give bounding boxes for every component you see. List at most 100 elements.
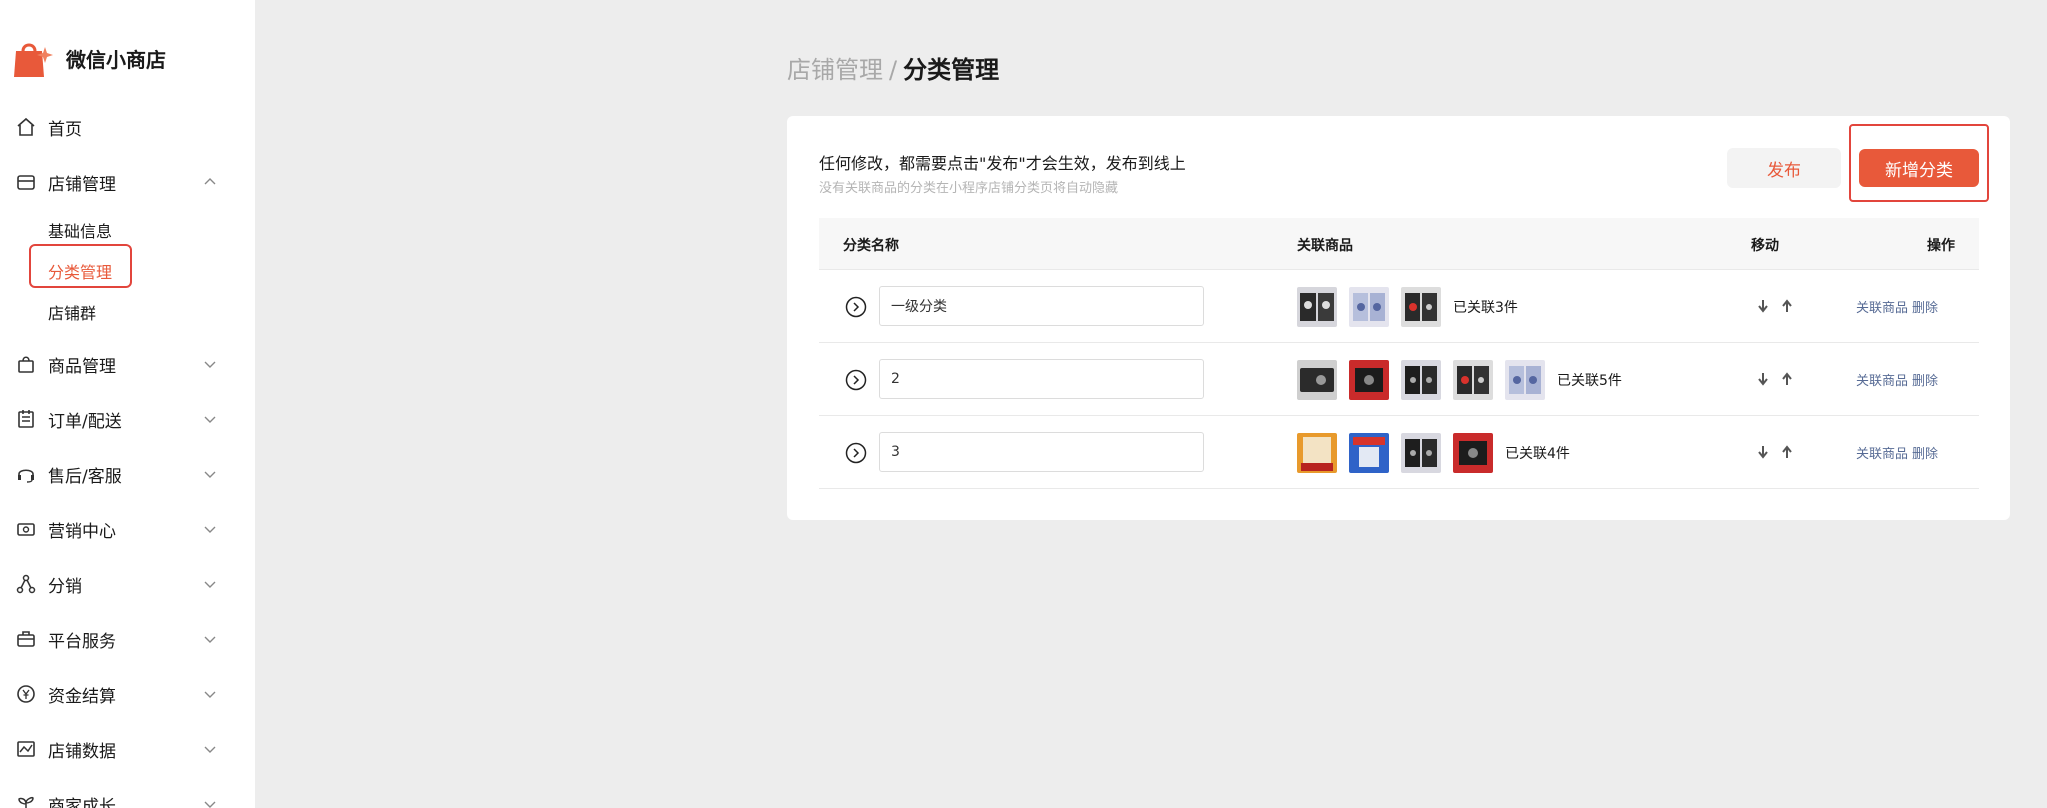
product-thumbnail[interactable] (1349, 360, 1389, 400)
table-row: 已关联4件 关联商品 删除 (819, 416, 1979, 489)
sub-item-basic-info[interactable]: 基础信息 (48, 218, 112, 242)
arrow-up-icon[interactable] (1779, 298, 1795, 314)
product-thumbnail[interactable] (1453, 360, 1493, 400)
headset-icon (16, 464, 36, 484)
chevron-down-icon (204, 581, 216, 588)
nav-label: 分销 (48, 576, 82, 597)
product-thumbnail[interactable] (1349, 287, 1389, 327)
product-thumbnail[interactable] (1297, 433, 1337, 473)
move-controls (1755, 444, 1803, 460)
header-name: 分类名称 (843, 238, 899, 254)
nav-label: 店铺数据 (48, 741, 116, 762)
nav-item-finance[interactable]: 资金结算 (0, 674, 255, 714)
nav-label: 平台服务 (48, 631, 116, 652)
publish-button[interactable]: 发布 (1727, 148, 1841, 188)
expand-circle-icon[interactable] (845, 442, 867, 464)
nav-item-merchant-growth[interactable]: 商家成长 (0, 784, 255, 808)
order-list-icon (16, 409, 36, 429)
share-nodes-icon (16, 574, 36, 594)
category-table: 分类名称 关联商品 移动 操作 已关联3件 关联商品 删除 (819, 218, 1979, 489)
linked-count: 已关联3件 (1453, 300, 1518, 316)
breadcrumb-parent[interactable]: 店铺管理 (787, 56, 883, 84)
nav-item-aftersale[interactable]: 售后/客服 (0, 454, 255, 494)
delete-link[interactable]: 删除 (1912, 443, 1938, 462)
page-title: 分类管理 (903, 56, 1000, 84)
linked-goods: 已关联4件 (1297, 433, 1570, 473)
nav-label: 店铺管理 (48, 174, 116, 195)
nav-label: 售后/客服 (48, 466, 122, 487)
nav-item-store-management[interactable]: 店铺管理 (0, 162, 255, 202)
expand-circle-icon[interactable] (845, 369, 867, 391)
link-goods-link[interactable]: 关联商品 (1856, 370, 1908, 389)
add-category-button[interactable]: 新增分类 (1859, 149, 1979, 187)
nav-item-orders[interactable]: 订单/配送 (0, 399, 255, 439)
nav-item-store-data[interactable]: 店铺数据 (0, 729, 255, 769)
product-thumbnail[interactable] (1453, 433, 1493, 473)
link-goods-link[interactable]: 关联商品 (1856, 297, 1908, 316)
delete-link[interactable]: 删除 (1912, 297, 1938, 316)
expand-circle-icon[interactable] (845, 296, 867, 318)
chevron-down-icon (204, 801, 216, 808)
product-thumbnail[interactable] (1401, 433, 1441, 473)
chevron-down-icon (204, 361, 216, 368)
sprout-icon (16, 794, 36, 808)
linked-count: 已关联5件 (1557, 373, 1622, 389)
category-name-input[interactable] (879, 359, 1204, 399)
arrow-up-icon[interactable] (1779, 444, 1795, 460)
chevron-down-icon (204, 746, 216, 753)
brand-name: 微信小商店 (66, 47, 166, 72)
link-goods-link[interactable]: 关联商品 (1856, 443, 1908, 462)
nav-label: 资金结算 (48, 686, 116, 707)
line-chart-icon (16, 739, 36, 759)
nav-item-distribution[interactable]: 分销 (0, 564, 255, 604)
product-thumbnail[interactable] (1401, 287, 1441, 327)
nav-item-platform-services[interactable]: 平台服务 (0, 619, 255, 659)
category-name-input[interactable] (879, 286, 1204, 326)
category-name-input[interactable] (879, 432, 1204, 472)
nav-item-home[interactable]: 首页 (0, 107, 255, 147)
yen-coin-icon (16, 684, 36, 704)
arrow-down-icon[interactable] (1755, 444, 1771, 460)
breadcrumb: 店铺管理 / 分类管理 (787, 50, 999, 85)
home-icon (16, 117, 36, 137)
nav-label: 订单/配送 (48, 411, 122, 432)
shop-bag-logo-icon (14, 43, 53, 77)
nav-item-goods-management[interactable]: 商品管理 (0, 344, 255, 384)
breadcrumb-separator: / (889, 56, 898, 84)
store-icon (16, 172, 36, 192)
nav-item-marketing[interactable]: 营销中心 (0, 509, 255, 549)
sub-item-store-group[interactable]: 店铺群 (48, 300, 96, 324)
delete-link[interactable]: 删除 (1912, 370, 1938, 389)
nav-label: 营销中心 (48, 521, 116, 542)
product-thumbnail[interactable] (1297, 360, 1337, 400)
table-row: 已关联5件 关联商品 删除 (819, 343, 1979, 416)
ticket-icon (16, 519, 36, 539)
nav-label: 商家成长 (48, 796, 116, 808)
move-controls (1755, 298, 1803, 314)
chevron-down-icon (204, 526, 216, 533)
product-thumbnail[interactable] (1349, 433, 1389, 473)
nav-label: 首页 (48, 119, 82, 140)
brand: 微信小商店 (12, 34, 166, 82)
table-header: 分类名称 关联商品 移动 操作 (819, 218, 1979, 270)
chevron-up-icon (204, 178, 216, 185)
header-move: 移动 (1751, 238, 1779, 254)
arrow-down-icon[interactable] (1755, 298, 1771, 314)
notice-subtitle: 没有关联商品的分类在小程序店铺分类页将自动隐藏 (819, 181, 1119, 196)
chevron-down-icon (204, 691, 216, 698)
briefcase-icon (16, 629, 36, 649)
product-thumbnail[interactable] (1401, 360, 1441, 400)
linked-goods: 已关联3件 (1297, 287, 1518, 327)
product-thumbnail[interactable] (1297, 287, 1337, 327)
nav-label: 商品管理 (48, 356, 116, 377)
active-item-highlight (29, 244, 132, 288)
notice-title: 任何修改，都需要点击"发布"才会生效，发布到线上 (819, 154, 1186, 173)
linked-goods: 已关联5件 (1297, 360, 1622, 400)
header-goods: 关联商品 (1297, 238, 1353, 254)
arrow-down-icon[interactable] (1755, 371, 1771, 387)
move-controls (1755, 371, 1803, 387)
chevron-down-icon (204, 416, 216, 423)
category-card: 任何修改，都需要点击"发布"才会生效，发布到线上 没有关联商品的分类在小程序店铺… (787, 116, 2010, 520)
arrow-up-icon[interactable] (1779, 371, 1795, 387)
product-thumbnail[interactable] (1505, 360, 1545, 400)
